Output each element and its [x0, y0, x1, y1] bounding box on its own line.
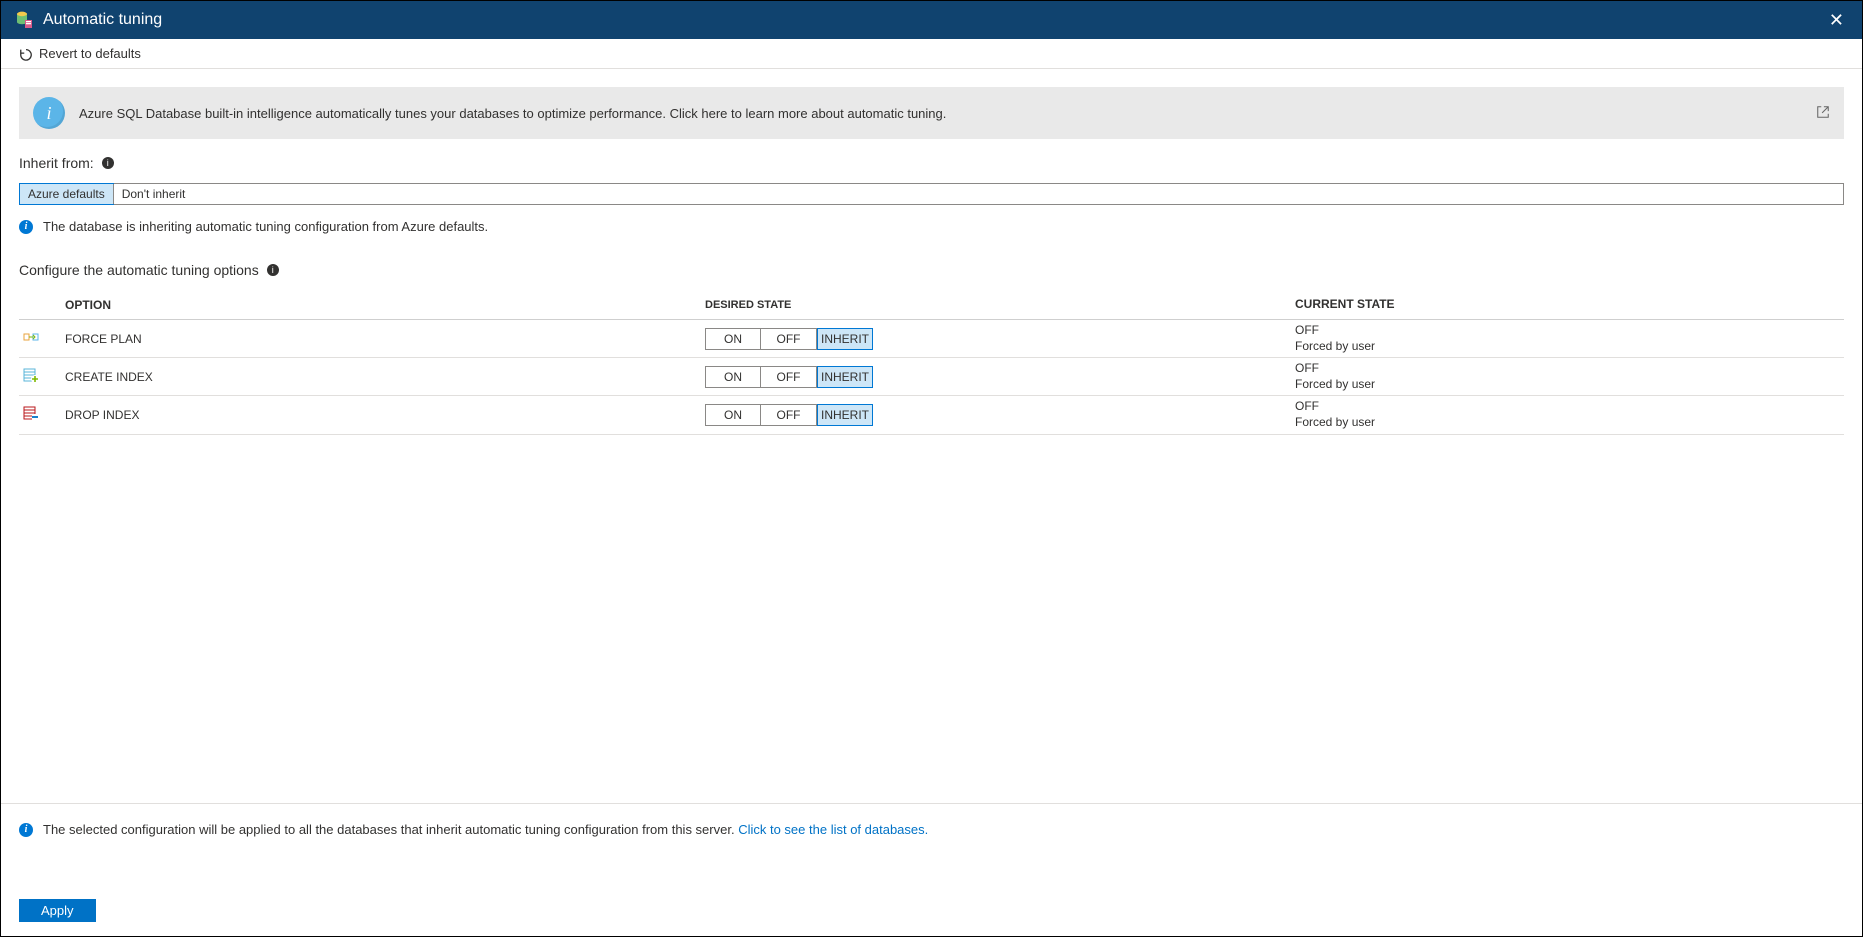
- title-bar: Automatic tuning ✕: [1, 1, 1862, 39]
- seg-on[interactable]: ON: [705, 404, 761, 426]
- footer-text: The selected configuration will be appli…: [43, 822, 735, 837]
- database-icon: [15, 11, 33, 29]
- option-name: DROP INDEX: [65, 408, 705, 422]
- command-bar: Revert to defaults: [1, 39, 1862, 69]
- col-option: OPTION: [65, 292, 705, 318]
- options-table: OPTION DESIRED STATE CURRENT STATE FORCE…: [19, 290, 1844, 435]
- close-icon[interactable]: ✕: [1819, 4, 1854, 37]
- option-name: FORCE PLAN: [65, 332, 705, 346]
- current-state: OFF Forced by user: [1295, 320, 1844, 357]
- create-index-icon: [23, 367, 39, 383]
- info-icon: i: [33, 97, 65, 129]
- drop-index-icon: [23, 405, 39, 421]
- table-header: OPTION DESIRED STATE CURRENT STATE: [19, 290, 1844, 320]
- banner-text: Azure SQL Database built-in intelligence…: [79, 106, 946, 121]
- desired-state-toggle: ON OFF INHERIT: [705, 404, 873, 426]
- info-tooltip-icon[interactable]: i: [102, 157, 114, 169]
- footer-link[interactable]: Click to see the list of databases.: [738, 822, 928, 837]
- inherit-status: i The database is inheriting automatic t…: [19, 219, 1844, 234]
- info-icon: i: [19, 220, 33, 234]
- page-title: Automatic tuning: [43, 11, 162, 29]
- apply-bar: Apply: [1, 855, 1862, 936]
- external-link-icon[interactable]: [1816, 105, 1830, 122]
- desired-state-toggle: ON OFF INHERIT: [705, 366, 873, 388]
- undo-icon: [19, 47, 33, 61]
- seg-off[interactable]: OFF: [761, 404, 817, 426]
- seg-inherit[interactable]: INHERIT: [817, 328, 873, 350]
- seg-on[interactable]: ON: [705, 328, 761, 350]
- info-banner[interactable]: i Azure SQL Database built-in intelligen…: [19, 87, 1844, 139]
- col-current: CURRENT STATE: [1295, 294, 1844, 316]
- inherit-from-label: Inherit from: i: [19, 155, 1844, 171]
- table-row: FORCE PLAN ON OFF INHERIT OFF Forced by …: [19, 320, 1844, 358]
- force-plan-icon: [23, 329, 39, 345]
- footer: i The selected configuration will be app…: [1, 803, 1862, 855]
- current-state: OFF Forced by user: [1295, 396, 1844, 433]
- inherit-option-azure-defaults[interactable]: Azure defaults: [19, 183, 114, 205]
- inherit-option-dont-inherit[interactable]: Don't inherit: [113, 184, 194, 204]
- seg-off[interactable]: OFF: [761, 328, 817, 350]
- revert-to-defaults-button[interactable]: Revert to defaults: [19, 46, 141, 61]
- revert-label: Revert to defaults: [39, 46, 141, 61]
- footer-info: i The selected configuration will be app…: [19, 822, 1844, 837]
- info-icon: i: [19, 823, 33, 837]
- desired-state-toggle: ON OFF INHERIT: [705, 328, 873, 350]
- apply-button[interactable]: Apply: [19, 899, 96, 922]
- option-name: CREATE INDEX: [65, 370, 705, 384]
- table-row: CREATE INDEX ON OFF INHERIT OFF Forced b…: [19, 358, 1844, 396]
- current-state: OFF Forced by user: [1295, 358, 1844, 395]
- inherit-toggle-group: Azure defaults Don't inherit: [19, 183, 1844, 205]
- seg-off[interactable]: OFF: [761, 366, 817, 388]
- configure-label: Configure the automatic tuning options i: [19, 262, 1844, 278]
- seg-inherit[interactable]: INHERIT: [817, 366, 873, 388]
- col-desired: DESIRED STATE: [705, 293, 1295, 317]
- seg-on[interactable]: ON: [705, 366, 761, 388]
- main-content: i Azure SQL Database built-in intelligen…: [1, 69, 1862, 803]
- seg-inherit[interactable]: INHERIT: [817, 404, 873, 426]
- info-tooltip-icon[interactable]: i: [267, 264, 279, 276]
- table-row: DROP INDEX ON OFF INHERIT OFF Forced by …: [19, 396, 1844, 434]
